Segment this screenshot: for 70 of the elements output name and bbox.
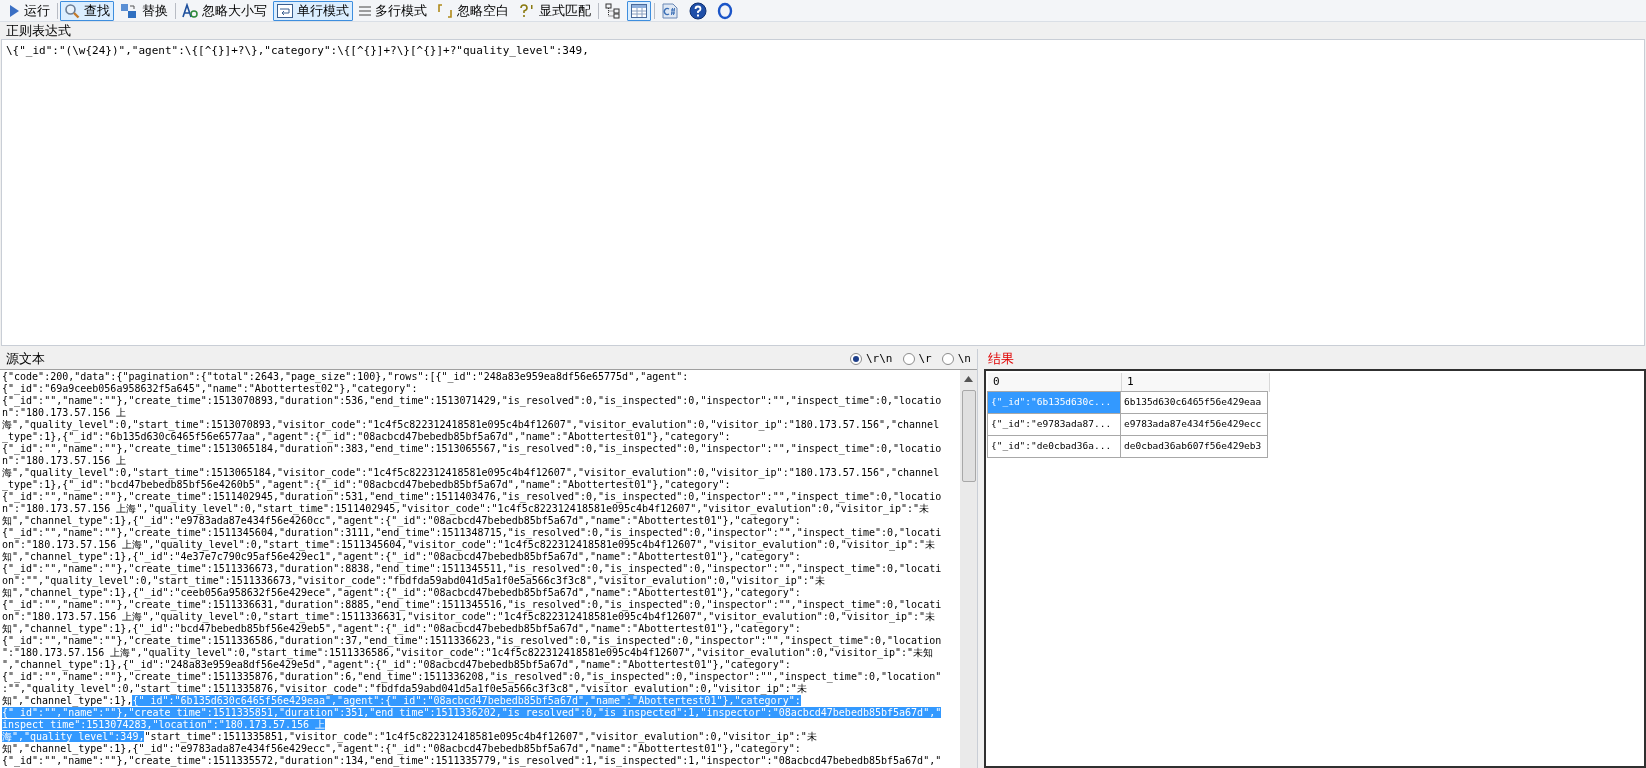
column-header[interactable]: 1 <box>1122 373 1270 392</box>
bracket-icon <box>437 3 453 18</box>
source-text: 知","channel_type":1},{"_id":"4e37e7c790c95af56e429ec1","agent":{"_id":"08acbcd47bebedb85bf5a67d","name":"Abottertest01"},"category": <box>2 551 801 562</box>
result-cell[interactable]: de0cbad36ab607f56e429eb3 <box>1120 435 1268 458</box>
source-text: 知","channel_type":1},{"_id":"e9783ada87e434f56e429ecc","agent":{"_id":"08acbcd47bebedb85bf5a67d","name":"Abottertest01"},"category": <box>2 743 801 754</box>
match-highlight: 海","quality_level":349, <box>2 731 145 742</box>
source-text: 海","quality_level":0,"start_time":1513065184,"visitor_code":"1c4f5c822312418581e095c4b4f12607","visitor_evalution":0,"visitor_ip":"180.173.57.156","channel <box>2 467 940 478</box>
multi-line-button[interactable]: 多行模式 <box>355 0 431 21</box>
source-text: 知","channel_type":1},{"_id":"bcd47bebedb85bf56e429eb5","agent":{"_id":"08acbcd47bebedb85bf5a67d","name":"Abottertest01"},"category": <box>2 623 801 634</box>
explicit-button[interactable]: 显式匹配 <box>515 0 595 21</box>
match-highlight: {"_id":"","name":""},"create_time":1511335851,"duration":351,"end_time":1511336202,"is_resolved":0,"is_inspected":1,"inspector":"08acbcd47bebedb85bf5a67d"," <box>2 707 942 718</box>
case-icon <box>182 2 198 19</box>
replace-icon <box>120 2 138 19</box>
regex-input[interactable]: \{"_id":"(\w{24})","agent":\{[^{}]+?\},"category":\{[^{}]+?\}[^{}]+?"quality_level":349, <box>1 39 1645 346</box>
source-text: {"code":200,"data":{"pagination":{"total":2643,"page_size":100},"rows":[{"_id":"248a83e959ea8df56e65775d","agent": <box>2 371 689 382</box>
play-icon <box>8 3 20 18</box>
source-text: ":"180.173.57.156 上海","quality_level":0,"start_time":1511336586,"visitor_code":"1c4f5c822312418581e095c4b4f12607","visitor_evalution":0,"visitor_ip":"未知 <box>2 647 934 658</box>
source-text: n":"180.173.57.156 上 <box>2 455 127 466</box>
source-text: on":"","quality_level":0,"start_time":1511336673,"visitor_code":"fbdfda59abd041d5a1f0e5a566c3f3c8","visitor_evalution":0,"visitor_ip":"未 <box>2 575 825 586</box>
list-icon <box>359 4 371 17</box>
source-text: {"_id":"","name":""},"create_time":1511336586,"duration":37,"end_time":1511336623,"is_resolved":0,"is_inspected":0,"inspector":"","inspect_time":0,"location <box>2 635 942 646</box>
match-highlight: {"_id":"6b135d630c6465f56e429eaa","agent":{"_id":"08acbcd47bebedb85bf5a67d","name":"Abottertest01"},"category": <box>132 695 801 706</box>
ignore-space-button[interactable]: 忽略空白 <box>433 0 513 21</box>
question-quote-icon <box>519 3 535 18</box>
source-text: 知","channel_type":1},{"_id":"ceeb056a958632f56e429ece","agent":{"_id":"08acbcd47bebedb85bf5a67d","name":"Abottertest01"},"category": <box>2 587 801 598</box>
source-text: on":"180.173.57.156 上海","quality_level":0,"start_time":1511345604,"visitor_code":"1c4f5c822312418581e095c4b4f12607","visitor_evalution":0,"visitor_ip":"未 <box>2 539 936 550</box>
source-text: 知","channel_type":1},{"_id":"e9783ada87e434f56e4260cc","agent":{"_id":"08acbcd47bebedb85bf5a67d","name":"Abottertest01"},"category": <box>2 515 801 526</box>
source-text-label: 源文本 <box>6 350 45 369</box>
single-line-button[interactable]: 单行模式 <box>273 0 353 21</box>
source-text: on":"180.173.57.156 上海","quality_level":0,"start_time":1511336631,"visitor_code":"1c4f5c822312418581e095c4b4f12607","visitor_evalution":0,"visitor_ip":"未 <box>2 611 936 622</box>
source-text: "start_time":1511335851,"visitor_code":"1c4f5c822312418581e095c4b4f12607","visitor_evalution":0,"visitor_ip":"未 <box>144 731 817 742</box>
ring-icon <box>717 1 733 20</box>
source-text: {"_id":"","name":""},"create_time":1511335876,"duration":6,"end_time":1511336208,"is_resolved":0,"is_inspected":0,"inspector":"","inspect_time":0,"location" <box>2 671 942 682</box>
source-text: n":"180.173.57.156 上 <box>2 407 127 418</box>
run-button[interactable]: 运行 <box>4 0 54 21</box>
source-text: :"","quality_level":0,"start_time":1511335876,"visitor_code":"fbdfda59abd041d5a1f0e5a566c3f3c8","visitor_evalution":0,"visitor_ip":"未 <box>2 683 807 694</box>
wrap-icon <box>277 3 293 18</box>
match-highlight: inspect_time":1513074283,"location":"180.173.57.156 上 <box>2 719 326 730</box>
results-label: 结果 <box>988 350 1014 369</box>
line-ending-radio[interactable]: \r <box>902 350 932 368</box>
source-text: 知","channel_type":1}, <box>2 695 133 706</box>
source-text: {"_id":"","name":""},"create_time":1511336631,"duration":8885,"end_time":1511345516,"is_resolved":0,"is_inspected":0,"inspector":"","inspect_time":0,"locati <box>2 599 942 610</box>
source-text: _type":1},{"_id":"bcd47bebedb85bf56e4260b5","agent":{"_id":"08acbcd47bebedb85bf5a67d","name":"Abottertest01"},"category": <box>2 479 731 490</box>
source-text: {"_id":"69a9ceeb056a958632f5a645","name":"Abottertest02"},"category": <box>2 383 418 394</box>
table-icon <box>631 3 647 18</box>
line-ending-radio[interactable]: \n <box>941 350 971 368</box>
ignore-case-button[interactable]: 忽略大小写 <box>178 0 271 21</box>
replace-button[interactable]: 替换 <box>116 0 172 21</box>
scrollbar[interactable] <box>960 370 977 768</box>
line-ending-radio[interactable]: \r\n <box>850 350 893 368</box>
tree-icon <box>605 2 621 19</box>
result-cell[interactable]: 6b135d630c6465f56e429eaa <box>1120 391 1268 414</box>
source-text: {"_id":"","name":""},"create_time":1511336673,"duration":8838,"end_time":1511345511,"is_resolved":0,"is_inspected":0,"inspector":"","inspect_time":0,"locati <box>2 563 942 574</box>
source-text: {"_id":"","name":""},"create_time":1511345604,"duration":3111,"end_time":1511348715,"is_resolved":0,"is_inspected":0,"inspector":"","inspect_time":0,"locati <box>2 527 942 538</box>
scroll-up-icon <box>964 376 973 382</box>
source-text: _type":1},{"_id":"6b135d630c6465f56e6577aa","agent":{"_id":"08acbcd47bebedb85bf5a67d","name":"Abottertest01"},"category": <box>2 431 731 442</box>
find-button[interactable]: 查找 <box>60 0 114 21</box>
table-button[interactable] <box>627 0 651 21</box>
regex-label: 正则表达式 <box>6 21 71 40</box>
document-icon <box>661 2 679 19</box>
source-text: {"_id":"","name":""},"create_time":1513070893,"duration":536,"end_time":1513071429,"is_resolved":0,"is_inspected":0,"inspector":"","inspect_time":0,"locatio <box>2 395 942 406</box>
source-text: {"_id":"","name":""},"create_time":1511335572,"duration":134,"end_time":1511335779,"is_resolved":1,"is_inspected":1,"inspector":"08acbcd47bebedb85bf5a67d"," <box>2 755 942 766</box>
result-cell[interactable]: {"_id":"de0cbad36a... <box>987 435 1121 458</box>
source-text: n":"180.173.57.156 上海","quality_level":0,"start_time":1511402945,"visitor_code":"1c4f5c822312418581e095c4b4f12607","visitor_evalution":0,"visitor_ip":"未 <box>2 503 930 514</box>
source-text: {"_id":"","name":""},"create_time":1511402945,"duration":531,"end_time":1511403476,"is_resolved":0,"is_inspected":0,"inspector":"","inspect_time":0,"locatio <box>2 491 942 502</box>
search-icon <box>64 2 80 19</box>
source-text: 海","quality_level":0,"start_time":1513070893,"visitor_code":"1c4f5c822312418581e095c4b4f12607","visitor_evalution":0,"visitor_ip":"180.173.57.156","channel <box>2 419 940 430</box>
scroll-thumb[interactable] <box>961 390 976 482</box>
source-text: {"_id":"","name":""},"create_time":1513065184,"duration":383,"end_time":1513065567,"is_resolved":0,"is_inspected":0,"inspector":"","inspect_time":0,"locatio <box>2 443 942 454</box>
source-text: ","channel_type":1},{"_id":"248a83e959ea8df56e429e5d","agent":{"_id":"08acbcd47bebedb85bf5a67d","name":"Abottertest01"},"category": <box>2 659 791 670</box>
